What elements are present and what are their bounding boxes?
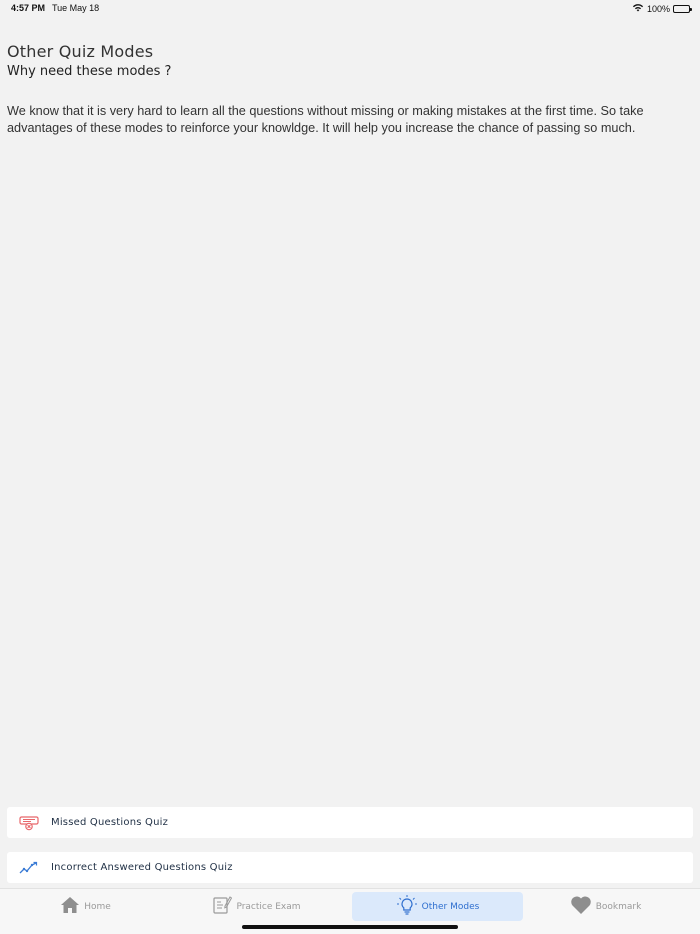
battery-percent: 100% <box>646 3 670 14</box>
home-icon <box>60 896 80 917</box>
status-indicators: 100% <box>632 3 692 14</box>
missed-questions-quiz-label: Missed Questions Quiz <box>51 817 169 828</box>
page-title: Other Quiz Modes <box>7 42 154 61</box>
status-time: 4:57 PM <box>11 3 46 13</box>
page-subtitle: Why need these modes ? <box>7 64 172 79</box>
missed-questions-quiz-button[interactable]: Missed Questions Quiz <box>7 807 693 838</box>
incorrect-answered-quiz-button[interactable]: Incorrect Answered Questions Quiz <box>7 852 693 883</box>
lightbulb-icon <box>396 894 418 919</box>
tab-home-label: Home <box>84 901 111 912</box>
missed-questions-icon <box>7 815 51 831</box>
tab-bookmark-label: Bookmark <box>595 901 642 912</box>
battery-icon <box>673 4 692 13</box>
incorrect-answered-quiz-label: Incorrect Answered Questions Quiz <box>51 862 233 873</box>
home-indicator[interactable] <box>242 925 458 929</box>
tab-practice-exam-label: Practice Exam <box>236 901 301 912</box>
description-text: We know that it is very hard to learn al… <box>7 104 644 135</box>
practice-exam-icon <box>212 895 233 918</box>
tab-bookmark[interactable]: Bookmark <box>520 892 691 921</box>
status-date: Tue May 18 <box>52 3 100 13</box>
tab-home[interactable]: Home <box>0 892 171 921</box>
heart-icon <box>570 895 592 918</box>
tab-other-modes[interactable]: Other Modes <box>352 892 523 921</box>
trend-chart-icon <box>7 861 51 875</box>
tab-practice-exam[interactable]: Practice Exam <box>171 892 342 921</box>
status-bar: 4:57 PM Tue May 18 100% <box>0 0 700 18</box>
tab-other-modes-label: Other Modes <box>421 901 480 912</box>
wifi-icon <box>632 3 644 14</box>
